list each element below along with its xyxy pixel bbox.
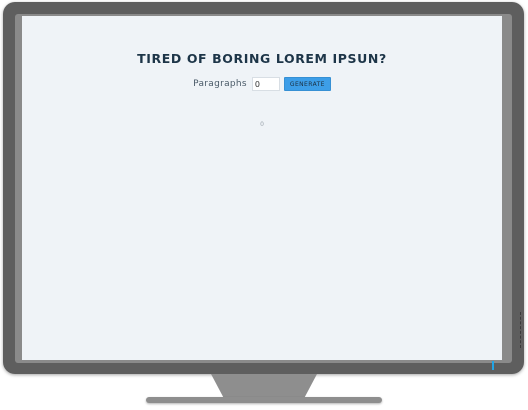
app-screen: TIRED OF BORING LOREM IPSUN? Paragraphs … [22, 16, 502, 360]
power-led-icon [492, 361, 494, 370]
monitor-stand-base [146, 397, 382, 403]
page-title: TIRED OF BORING LOREM IPSUN? [137, 51, 387, 66]
monitor-stand-neck [211, 374, 317, 398]
generated-output: 0 [260, 121, 264, 128]
paragraphs-input[interactable] [251, 77, 280, 91]
paragraphs-label: Paragraphs [193, 79, 247, 89]
generator-controls: Paragraphs GENERATE [22, 77, 502, 91]
generate-button[interactable]: GENERATE [283, 77, 331, 91]
monitor-side-buttons [520, 312, 524, 348]
